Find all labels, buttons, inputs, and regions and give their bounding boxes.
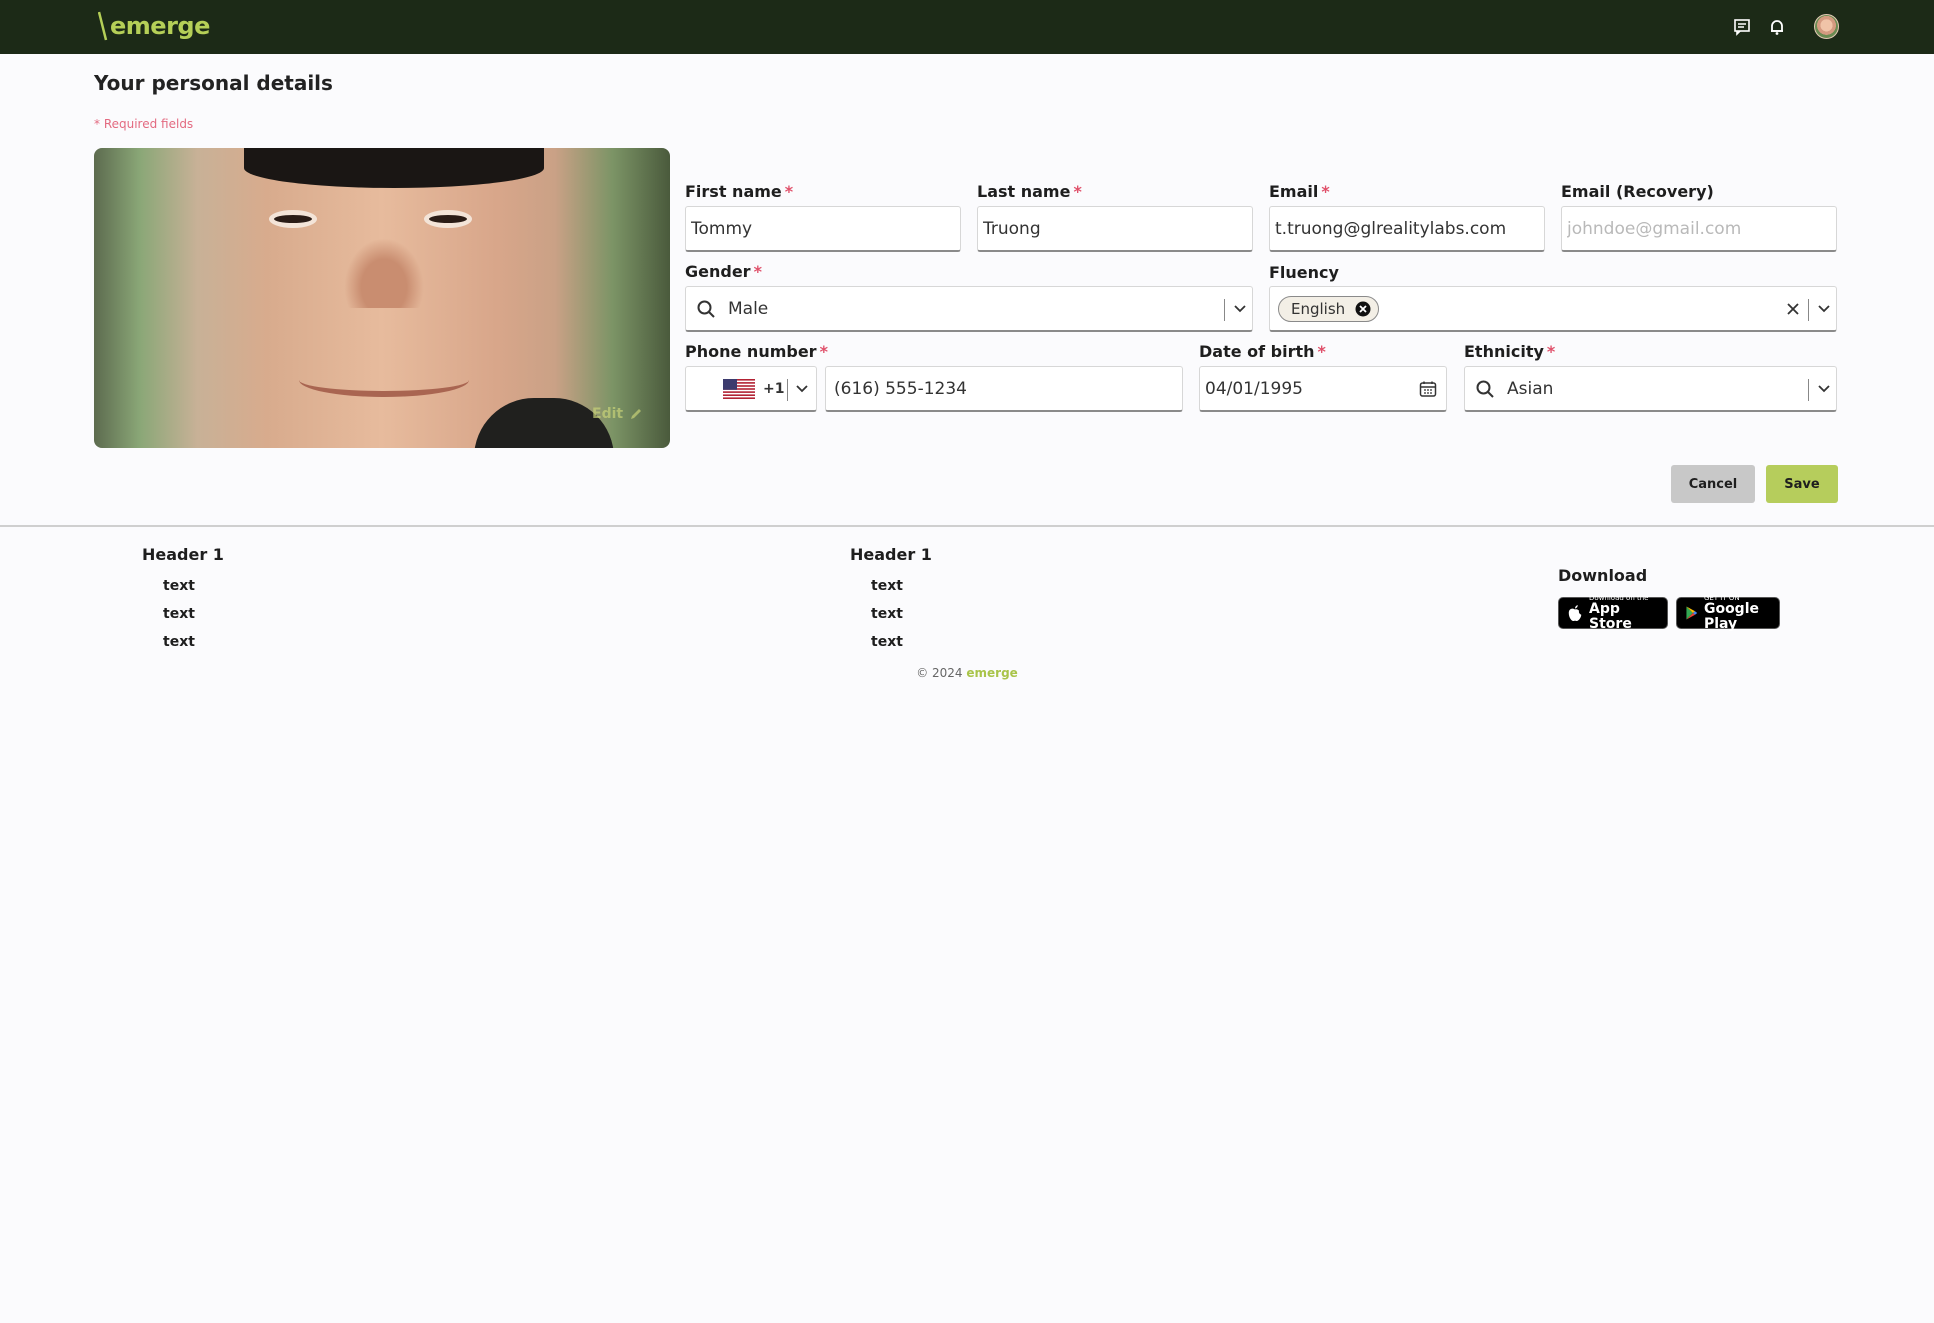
photo-mouth bbox=[299, 363, 469, 397]
app-store-big-text: App Store bbox=[1589, 601, 1632, 632]
photo-hair bbox=[244, 148, 544, 188]
page-title: Your personal details bbox=[94, 71, 333, 95]
first-name-input[interactable] bbox=[691, 218, 960, 239]
country-code-select[interactable]: +1 bbox=[685, 366, 817, 412]
search-icon bbox=[697, 300, 715, 318]
dob-label: Date of birth * bbox=[1199, 342, 1326, 361]
footer-col2-link[interactable]: text bbox=[871, 578, 903, 594]
google-play-icon bbox=[1686, 606, 1698, 620]
fluency-label: Fluency bbox=[1269, 263, 1339, 282]
email-recovery-label: Email (Recovery) bbox=[1561, 182, 1714, 201]
chevron-down-icon[interactable] bbox=[1232, 301, 1248, 317]
last-name-label: Last name * bbox=[977, 182, 1082, 201]
chevron-down-icon[interactable] bbox=[794, 381, 810, 397]
ethnicity-value: Asian bbox=[1507, 378, 1554, 399]
footer-col2-link[interactable]: text bbox=[871, 606, 903, 622]
clear-icon[interactable] bbox=[1785, 301, 1801, 317]
google-play-badge[interactable]: GET IT ON Google Play bbox=[1676, 594, 1780, 632]
logo-text: emerge bbox=[110, 12, 210, 40]
top-navbar: emerge bbox=[0, 0, 1934, 54]
country-code-separator bbox=[787, 379, 788, 401]
footer-col1-link[interactable]: text bbox=[163, 634, 195, 650]
last-name-field[interactable] bbox=[977, 206, 1253, 252]
chat-icon[interactable] bbox=[1730, 15, 1754, 39]
cancel-button[interactable]: Cancel bbox=[1671, 465, 1755, 503]
email-label: Email * bbox=[1269, 182, 1330, 201]
profile-photo[interactable]: Edit bbox=[94, 148, 670, 448]
email-recovery-field[interactable] bbox=[1561, 206, 1837, 252]
ethnicity-label: Ethnicity * bbox=[1464, 342, 1556, 361]
phone-label: Phone number * bbox=[685, 342, 828, 361]
fluency-chip-label: English bbox=[1291, 299, 1346, 318]
email-field[interactable] bbox=[1269, 206, 1545, 252]
gender-label: Gender * bbox=[685, 262, 762, 281]
chevron-down-icon[interactable] bbox=[1816, 301, 1832, 317]
first-name-label: First name * bbox=[685, 182, 794, 201]
required-fields-note: * Required fields bbox=[94, 117, 194, 131]
download-header: Download bbox=[1558, 566, 1648, 585]
chevron-down-icon[interactable] bbox=[1816, 381, 1832, 397]
remove-chip-icon[interactable] bbox=[1355, 301, 1371, 317]
fluency-chip-english[interactable]: English bbox=[1278, 295, 1380, 322]
fluency-multiselect[interactable]: English bbox=[1269, 286, 1837, 332]
footer: Header 1 text text text Header 1 text te… bbox=[0, 525, 1934, 666]
dob-field[interactable] bbox=[1199, 366, 1447, 412]
gender-separator bbox=[1224, 299, 1225, 321]
user-avatar[interactable] bbox=[1814, 14, 1839, 39]
photo-eye-right bbox=[424, 210, 472, 228]
footer-col2-link[interactable]: text bbox=[871, 634, 903, 650]
fluency-separator bbox=[1808, 299, 1809, 321]
emerge-logo[interactable]: emerge bbox=[98, 6, 210, 46]
phone-field[interactable] bbox=[825, 366, 1183, 412]
gender-select[interactable]: Male bbox=[685, 286, 1253, 332]
last-name-input[interactable] bbox=[983, 218, 1252, 239]
apple-icon bbox=[1568, 605, 1582, 622]
dob-input[interactable] bbox=[1205, 378, 1446, 399]
first-name-field[interactable] bbox=[685, 206, 961, 252]
gender-value: Male bbox=[728, 298, 769, 319]
email-input[interactable] bbox=[1275, 218, 1544, 239]
photo-nose bbox=[344, 238, 424, 308]
photo-eye-left bbox=[269, 210, 317, 228]
ethnicity-select[interactable]: Asian bbox=[1464, 366, 1837, 412]
copyright: © 2024 emerge bbox=[0, 666, 1934, 680]
phone-input[interactable] bbox=[834, 378, 1182, 399]
google-play-big-text: Google Play bbox=[1703, 601, 1759, 632]
copyright-brand[interactable]: emerge bbox=[966, 666, 1017, 680]
footer-col1-link[interactable]: text bbox=[163, 578, 195, 594]
photo-edit-button[interactable]: Edit bbox=[592, 406, 643, 422]
footer-col2-header: Header 1 bbox=[850, 545, 932, 564]
us-flag-icon bbox=[723, 378, 755, 399]
save-button[interactable]: Save bbox=[1766, 465, 1838, 503]
calendar-icon[interactable] bbox=[1419, 380, 1437, 398]
copyright-text: © 2024 bbox=[916, 666, 963, 680]
email-recovery-input[interactable] bbox=[1567, 218, 1836, 239]
photo-edit-label: Edit bbox=[592, 406, 624, 422]
search-icon bbox=[1476, 380, 1494, 398]
ethnicity-separator bbox=[1808, 379, 1809, 401]
country-code-value: +1 bbox=[763, 380, 785, 397]
bell-icon[interactable] bbox=[1765, 15, 1789, 39]
pencil-icon bbox=[631, 409, 642, 419]
footer-col1-link[interactable]: text bbox=[163, 606, 195, 622]
logo-mark-icon bbox=[98, 11, 108, 41]
footer-col1-header: Header 1 bbox=[142, 545, 224, 564]
app-store-badge[interactable]: Download on the App Store bbox=[1558, 594, 1668, 632]
